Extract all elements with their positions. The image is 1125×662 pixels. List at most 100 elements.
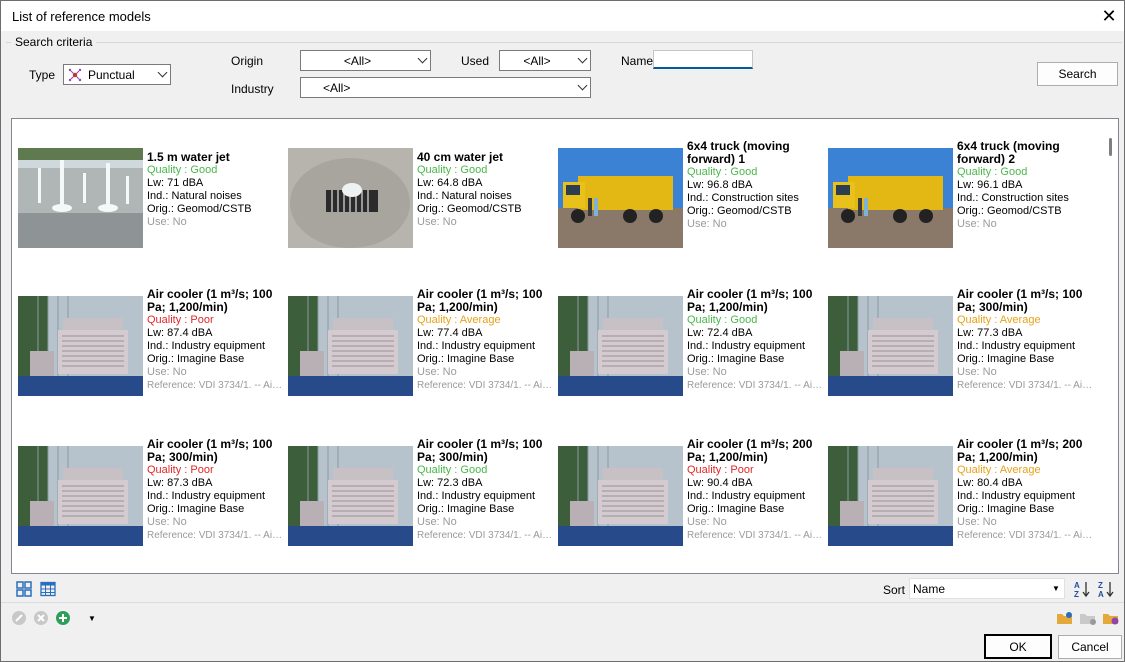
- chevron-down-icon: [574, 78, 590, 97]
- sort-za-icon[interactable]: ZA: [1097, 580, 1115, 598]
- model-thumbnail: [558, 446, 683, 546]
- model-card[interactable]: Air cooler (1 m³/s; 200 Pa; 1,200/min) Qu…: [825, 438, 1095, 556]
- divider: [1, 602, 1124, 603]
- model-info: Air cooler (1 m³/s; 200 Pa; 1,200/min) Qu…: [687, 438, 823, 542]
- model-info: Air cooler (1 m³/s; 100 Pa; 1,200/min) Qu…: [147, 288, 283, 392]
- model-card[interactable]: Air cooler (1 m³/s; 100 Pa; 1,200/min) Qu…: [285, 288, 555, 406]
- model-thumbnail: [558, 296, 683, 396]
- model-use: Use: No: [957, 218, 997, 230]
- model-use: Use: No: [147, 216, 187, 228]
- model-origin: Orig.: Imagine Base: [147, 503, 245, 515]
- name-input[interactable]: [653, 50, 753, 69]
- model-reference: Reference: VDI 3734/1. -- Air ...: [687, 380, 823, 391]
- model-reference: Reference: VDI 3734/1. -- Air ...: [147, 380, 283, 391]
- punctual-source-icon: [66, 68, 84, 82]
- search-criteria-legend: Search criteria: [11, 35, 97, 49]
- model-lw: Lw: 80.4 dBA: [957, 477, 1023, 489]
- model-origin: Orig.: Geomod/CSTB: [687, 205, 792, 217]
- model-origin: Orig.: Geomod/CSTB: [957, 205, 1062, 217]
- model-use: Use: No: [147, 516, 187, 528]
- new-folder-icon[interactable]: [1079, 609, 1097, 627]
- model-use: Use: No: [417, 516, 457, 528]
- sort-label: Sort: [883, 583, 906, 597]
- model-industry: Ind.: Industry equipment: [147, 340, 266, 352]
- model-thumbnail: [828, 446, 953, 546]
- model-origin: Orig.: Imagine Base: [147, 353, 245, 365]
- model-reference: Reference: VDI 3734/1. -- Air ...: [687, 530, 823, 541]
- sort-az-icon[interactable]: AZ: [1073, 580, 1091, 598]
- model-lw: Lw: 87.3 dBA: [147, 477, 213, 489]
- table-view-icon[interactable]: [39, 580, 57, 598]
- model-industry: Ind.: Construction sites: [687, 192, 799, 204]
- model-card[interactable]: 1.5 m water jet Quality : Good Lw: 71 dBA I…: [15, 148, 285, 258]
- reference-models-dialog: List of reference models ✕ Search criter…: [0, 0, 1125, 662]
- origin-select[interactable]: <All>: [300, 50, 431, 71]
- results-grid[interactable]: 1.5 m water jet Quality : Good Lw: 71 dBA I…: [11, 118, 1119, 574]
- model-origin: Orig.: Imagine Base: [687, 353, 785, 365]
- dropdown-arrow-icon[interactable]: ▼: [83, 609, 101, 627]
- model-reference: Reference: VDI 3734/1. -- Air ...: [147, 530, 283, 541]
- model-use: Use: No: [687, 516, 727, 528]
- type-select[interactable]: Punctual: [63, 64, 171, 85]
- model-card[interactable]: Air cooler (1 m³/s; 200 Pa; 1,200/min) Qu…: [555, 438, 825, 556]
- model-lw: Lw: 96.8 dBA: [687, 179, 753, 191]
- model-reference: Reference: VDI 3734/1. -- Air ...: [957, 530, 1093, 541]
- model-industry: Ind.: Industry equipment: [687, 340, 806, 352]
- model-name: Air cooler (1 m³/s; 100 Pa; 1,200/min): [147, 287, 273, 314]
- model-card[interactable]: Air cooler (1 m³/s; 100 Pa; 300/min) Qual…: [285, 438, 555, 556]
- open-folder-icon[interactable]: [1056, 609, 1074, 627]
- model-card[interactable]: Air cooler (1 m³/s; 100 Pa; 1,200/min) Qu…: [555, 288, 825, 406]
- model-card[interactable]: 40 cm water jet Quality : Good Lw: 64.8 dB…: [285, 148, 555, 258]
- model-card[interactable]: Air cooler (1 m³/s; 100 Pa; 300/min) Qual…: [15, 438, 285, 556]
- industry-select-value: <All>: [323, 80, 351, 95]
- model-thumbnail: [288, 148, 413, 248]
- model-card[interactable]: Air cooler (1 m³/s; 100 Pa; 1,200/min) Qu…: [15, 288, 285, 406]
- model-reference: Reference: VDI 3734/1. -- Air ...: [957, 380, 1093, 391]
- model-industry: Ind.: Industry equipment: [687, 490, 806, 502]
- model-use: Use: No: [147, 366, 187, 378]
- model-info: Air cooler (1 m³/s; 100 Pa; 300/min) Qual…: [957, 288, 1093, 392]
- model-reference: Reference: VDI 3734/1. -- Air ...: [417, 530, 553, 541]
- used-label: Used: [461, 54, 490, 68]
- type-label: Type: [29, 68, 56, 82]
- folder-settings-icon[interactable]: [1102, 609, 1120, 627]
- vertical-scrollbar[interactable]: [1104, 119, 1118, 573]
- add-icon[interactable]: [54, 609, 72, 627]
- svg-text:Z: Z: [1074, 590, 1079, 598]
- used-select[interactable]: <All>: [499, 50, 591, 71]
- name-label: Name: [621, 54, 654, 68]
- cancel-button[interactable]: Cancel: [1058, 635, 1122, 659]
- model-quality: Quality : Good: [687, 166, 758, 178]
- model-industry: Ind.: Industry equipment: [417, 340, 536, 352]
- close-icon[interactable]: ✕: [1094, 1, 1124, 31]
- model-lw: Lw: 87.4 dBA: [147, 327, 213, 339]
- model-quality: Quality : Good: [417, 164, 488, 176]
- model-industry: Ind.: Construction sites: [957, 192, 1069, 204]
- scrollbar-thumb[interactable]: [1109, 138, 1112, 156]
- model-name: 6x4 truck (moving forward) 2: [957, 139, 1060, 166]
- model-info: 40 cm water jet Quality : Good Lw: 64.8 dB…: [417, 151, 553, 229]
- model-info: Air cooler (1 m³/s; 200 Pa; 1,200/min) Qu…: [957, 438, 1093, 542]
- edit-icon[interactable]: [10, 609, 28, 627]
- svg-text:A: A: [1074, 581, 1080, 590]
- sort-select[interactable]: Name ▼: [909, 578, 1065, 599]
- model-name: 40 cm water jet: [417, 150, 504, 164]
- ok-button[interactable]: OK: [984, 634, 1052, 659]
- model-card[interactable]: 6x4 truck (moving forward) 1 Quality : Go…: [555, 140, 825, 258]
- model-quality: Quality : Poor: [147, 464, 214, 476]
- search-button[interactable]: Search: [1037, 62, 1118, 86]
- model-card[interactable]: Air cooler (1 m³/s; 100 Pa; 300/min) Qual…: [825, 288, 1095, 406]
- model-lw: Lw: 96.1 dBA: [957, 179, 1023, 191]
- model-name: Air cooler (1 m³/s; 200 Pa; 1,200/min): [957, 437, 1083, 464]
- grid-view-icon[interactable]: [15, 580, 33, 598]
- model-thumbnail: [18, 148, 143, 248]
- used-select-value: <All>: [523, 53, 551, 68]
- type-select-value: Punctual: [88, 67, 135, 82]
- model-card[interactable]: 6x4 truck (moving forward) 2 Quality : Go…: [825, 140, 1095, 258]
- svg-text:Z: Z: [1098, 581, 1103, 590]
- industry-select[interactable]: <All>: [300, 77, 591, 98]
- model-info: Air cooler (1 m³/s; 100 Pa; 1,200/min) Qu…: [687, 288, 823, 392]
- delete-icon[interactable]: [32, 609, 50, 627]
- model-quality: Quality : Good: [957, 166, 1028, 178]
- model-quality: Quality : Poor: [687, 464, 754, 476]
